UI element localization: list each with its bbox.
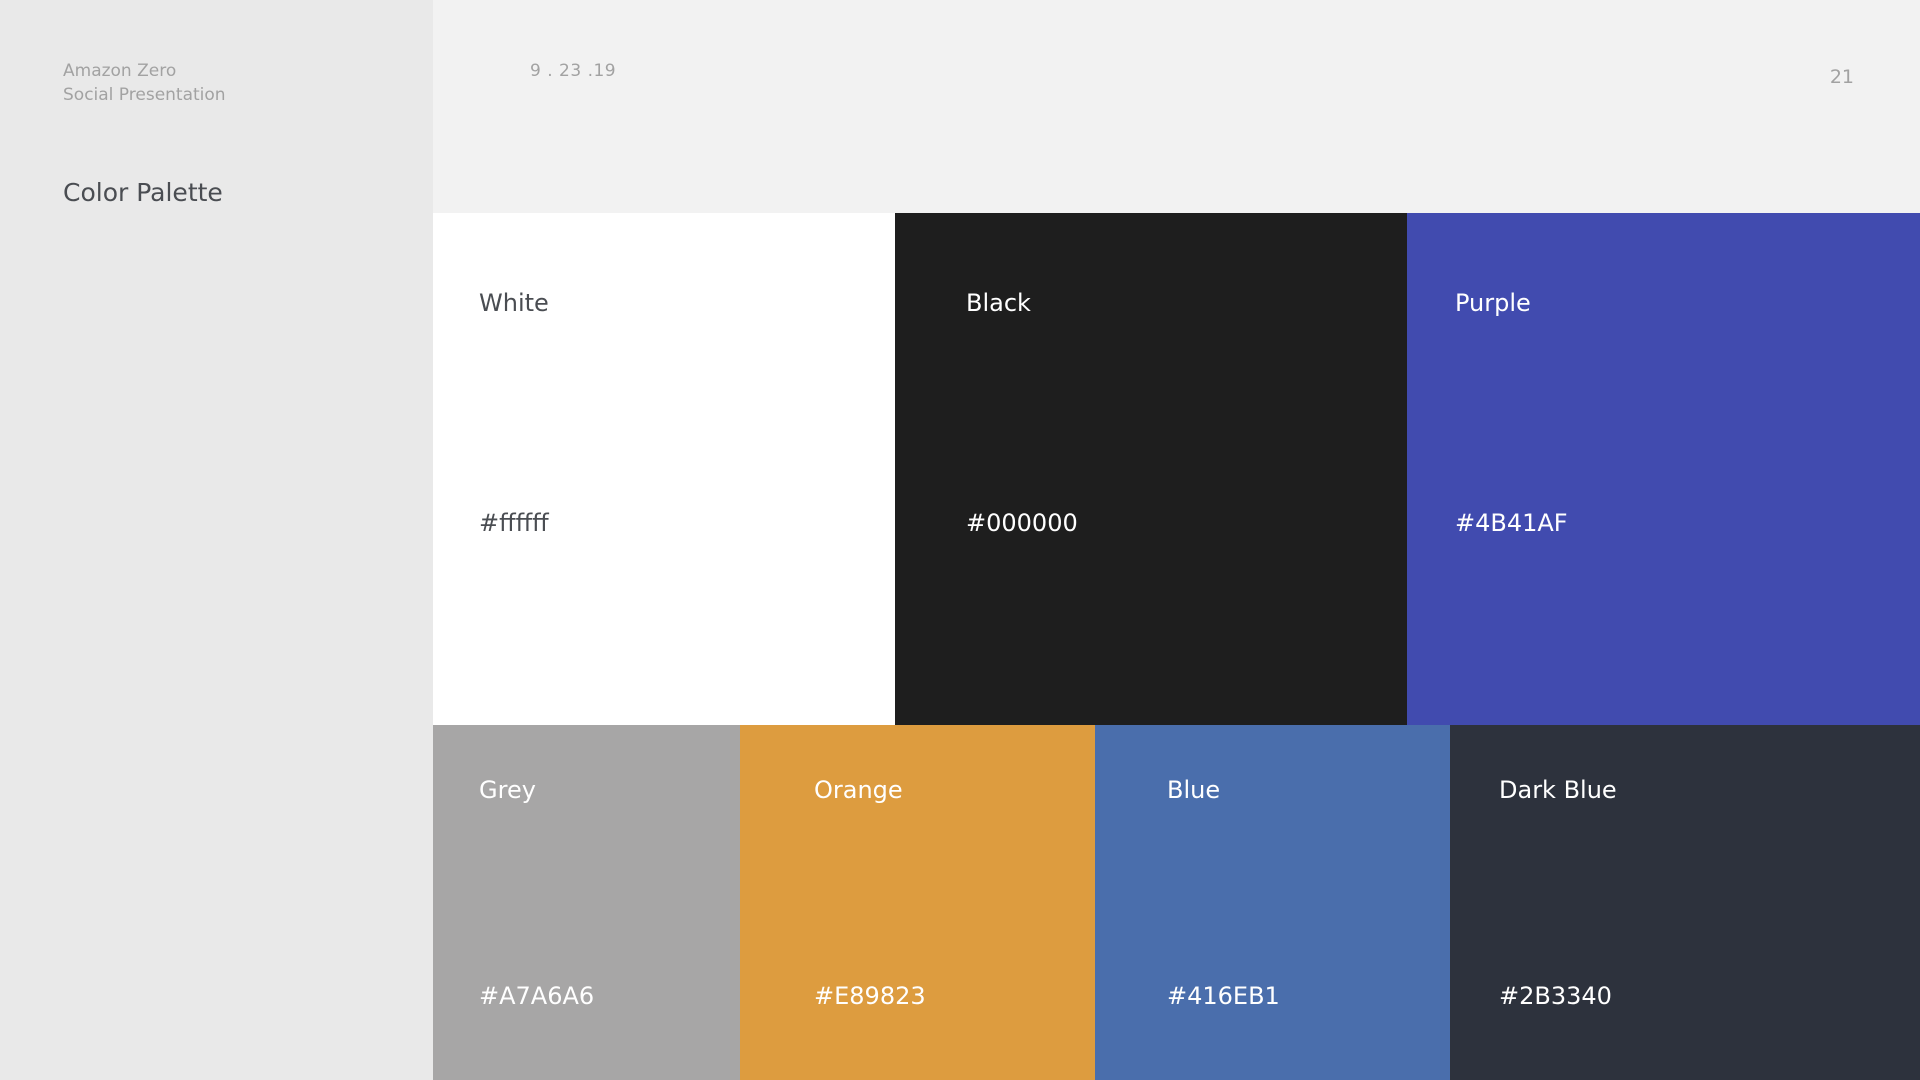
swatch-hex: #416EB1: [1167, 982, 1280, 1010]
swatch-name: Purple: [1455, 289, 1531, 317]
presentation-date: 9 . 23 .19: [530, 61, 617, 81]
swatch-orange: Orange #E89823: [740, 725, 1095, 1080]
brand-name: Amazon Zero: [63, 61, 177, 81]
swatch-name: White: [479, 289, 549, 317]
swatch-name: Black: [966, 289, 1031, 317]
page-title: Color Palette: [63, 178, 223, 207]
swatch-name: Grey: [479, 776, 536, 804]
swatch-hex: #ffffff: [479, 509, 549, 537]
swatch-dark-blue: Dark Blue #2B3340: [1450, 725, 1920, 1080]
swatch-blue: Blue #416EB1: [1095, 725, 1450, 1080]
page-number: 21: [1829, 66, 1854, 88]
swatch-purple: Purple #4B41AF: [1407, 213, 1920, 725]
swatch-black: Black #000000: [895, 213, 1407, 725]
sidebar: Amazon Zero Social Presentation Color Pa…: [0, 0, 433, 1080]
swatch-white: White #ffffff: [433, 213, 895, 725]
swatch-hex: #4B41AF: [1455, 509, 1568, 537]
swatch-name: Dark Blue: [1499, 776, 1617, 804]
swatch-hex: #000000: [966, 509, 1078, 537]
swatch-hex: #A7A6A6: [479, 982, 595, 1010]
swatch-hex: #E89823: [814, 982, 926, 1010]
swatch-name: Orange: [814, 776, 903, 804]
presentation-subtitle: Social Presentation: [63, 85, 226, 105]
swatch-name: Blue: [1167, 776, 1221, 804]
swatch-grey: Grey #A7A6A6: [433, 725, 740, 1080]
swatch-hex: #2B3340: [1499, 982, 1612, 1010]
